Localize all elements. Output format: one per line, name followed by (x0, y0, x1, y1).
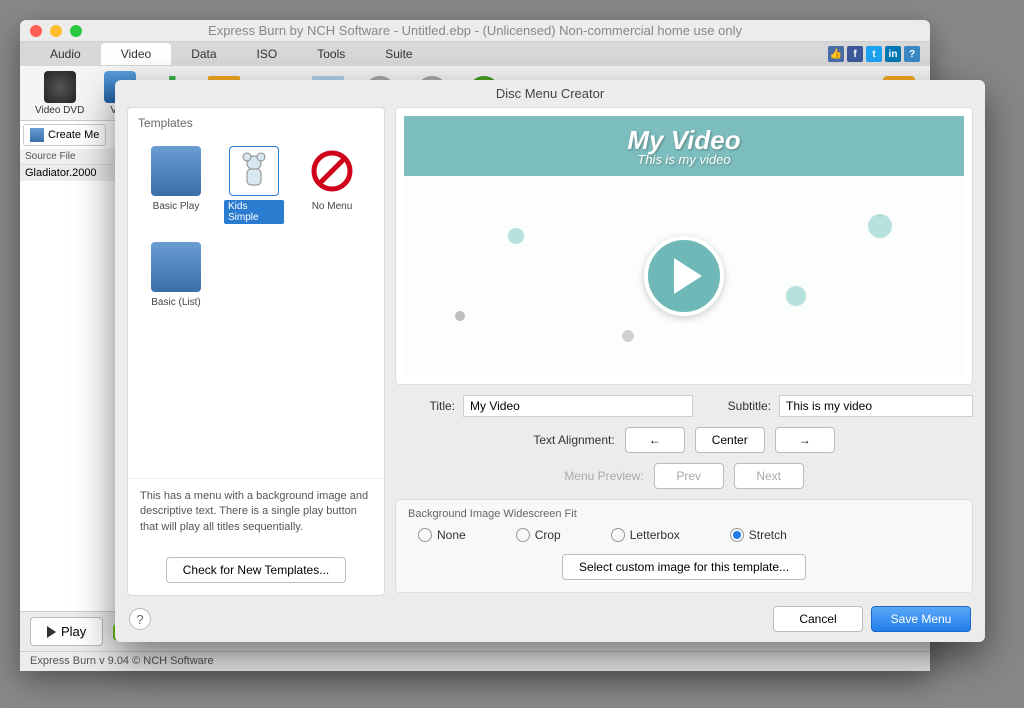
fit-crop-radio[interactable]: Crop (516, 528, 561, 542)
title-label: Title: (395, 399, 455, 413)
radio-icon (611, 528, 625, 542)
templates-header: Templates (128, 108, 384, 138)
template-label: Basic Play (149, 200, 204, 213)
preview-panel: My Video This is my video Title: Subtitl… (395, 107, 973, 596)
template-thumb (151, 146, 201, 196)
tab-iso[interactable]: ISO (237, 43, 298, 65)
arrow-left-icon: ← (649, 433, 661, 447)
minimize-window-button[interactable] (50, 25, 62, 37)
tab-tools[interactable]: Tools (297, 43, 365, 65)
tab-bar: Audio Video Data ISO Tools Suite 👍 f t i… (20, 42, 930, 66)
titlebar: Express Burn by NCH Software - Untitled.… (20, 20, 930, 42)
fit-none-radio[interactable]: None (418, 528, 466, 542)
play-label: Play (61, 624, 86, 639)
template-label: Basic (List) (147, 296, 204, 309)
title-input[interactable] (463, 395, 693, 417)
disc-icon (44, 71, 76, 103)
twitter-icon[interactable]: t (866, 46, 882, 62)
radio-icon (516, 528, 530, 542)
dialog-title: Disc Menu Creator (115, 80, 985, 107)
toolbar-video-dvd[interactable]: Video DVD (25, 69, 94, 118)
social-icons: 👍 f t in ? (828, 46, 920, 62)
text-alignment-label: Text Alignment: (533, 433, 614, 447)
template-thumb (151, 242, 201, 292)
create-menu-button[interactable]: Create Me (23, 124, 106, 146)
close-window-button[interactable] (30, 25, 42, 37)
radio-icon (418, 528, 432, 542)
select-custom-image-button[interactable]: Select custom image for this template... (562, 554, 806, 580)
template-kids-simple[interactable]: Kids Simple (224, 146, 284, 224)
help-icon[interactable]: ? (904, 46, 920, 62)
facebook-icon[interactable]: f (847, 46, 863, 62)
template-label: Kids Simple (224, 200, 284, 224)
menu-preview: My Video This is my video (404, 116, 964, 376)
play-button[interactable]: Play (30, 617, 103, 646)
tab-data[interactable]: Data (171, 43, 236, 65)
play-icon (47, 626, 56, 638)
help-button[interactable]: ? (129, 608, 151, 630)
zoom-window-button[interactable] (70, 25, 82, 37)
cancel-button[interactable]: Cancel (773, 606, 863, 632)
preview-play-button (644, 236, 724, 316)
align-left-button[interactable]: ← (625, 427, 685, 453)
subtitle-label: Subtitle: (701, 399, 771, 413)
create-menu-label: Create Me (48, 129, 99, 141)
check-templates-button[interactable]: Check for New Templates... (166, 557, 347, 583)
template-description: This has a menu with a background image … (128, 478, 384, 545)
tab-video[interactable]: Video (101, 43, 171, 65)
template-basic-list[interactable]: Basic (List) (146, 242, 206, 309)
widescreen-fit-group: Background Image Widescreen Fit None Cro… (395, 499, 973, 593)
toolbar-label: Video DVD (35, 105, 84, 116)
template-basic-play[interactable]: Basic Play (146, 146, 206, 224)
save-menu-button[interactable]: Save Menu (871, 606, 971, 632)
template-thumb (307, 146, 357, 196)
arrow-right-icon: → (799, 433, 811, 447)
template-thumb (229, 146, 279, 196)
align-center-button[interactable]: Center (695, 427, 765, 453)
fit-letterbox-radio[interactable]: Letterbox (611, 528, 680, 542)
fit-stretch-radio[interactable]: Stretch (730, 528, 787, 542)
align-right-button[interactable]: → (775, 427, 835, 453)
template-no-menu[interactable]: No Menu (302, 146, 362, 224)
menu-preview-label: Menu Preview: (564, 469, 643, 483)
window-title: Express Burn by NCH Software - Untitled.… (20, 23, 930, 38)
next-button[interactable]: Next (734, 463, 804, 489)
widescreen-fit-legend: Background Image Widescreen Fit (408, 508, 960, 520)
menu-icon (30, 128, 44, 142)
tab-audio[interactable]: Audio (30, 43, 101, 65)
templates-panel: Templates Basic Play Kids Simple No M (127, 107, 385, 596)
tab-suite[interactable]: Suite (365, 43, 432, 65)
thumbs-up-icon[interactable]: 👍 (828, 46, 844, 62)
play-icon (674, 258, 702, 294)
subtitle-input[interactable] (779, 395, 973, 417)
linkedin-icon[interactable]: in (885, 46, 901, 62)
disc-menu-creator-dialog: Disc Menu Creator Templates Basic Play K… (115, 80, 985, 642)
radio-icon (730, 528, 744, 542)
preview-subtitle: This is my video (637, 152, 730, 167)
status-bar: Express Burn v 9.04 © NCH Software (20, 651, 930, 671)
prev-button[interactable]: Prev (654, 463, 724, 489)
template-label: No Menu (308, 200, 357, 213)
